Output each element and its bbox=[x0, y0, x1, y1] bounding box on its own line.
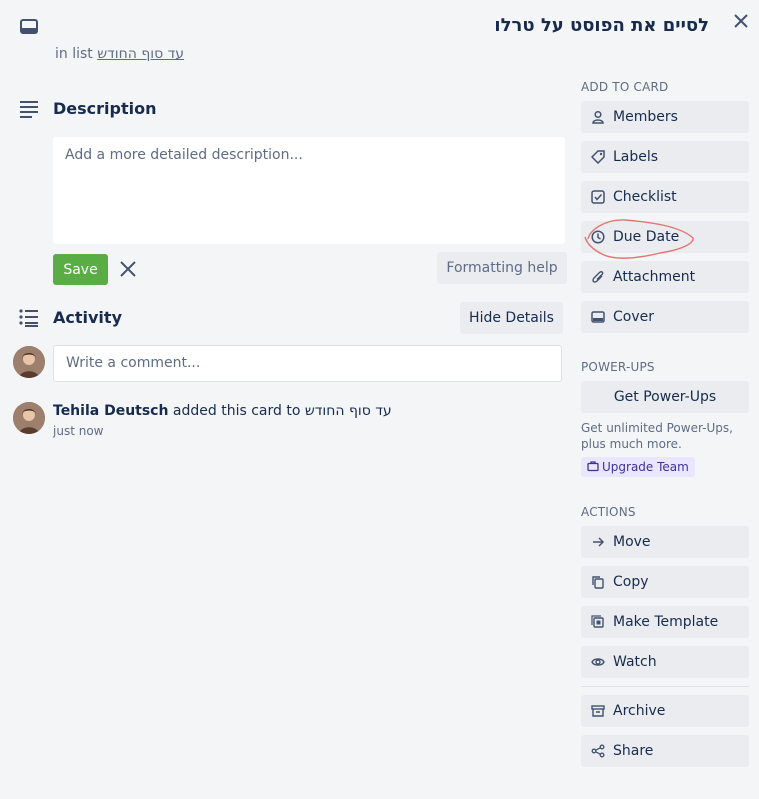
cover-label: Cover bbox=[613, 309, 654, 325]
list-name-link[interactable]: עד סוף החודש bbox=[97, 46, 184, 62]
watch-label: Watch bbox=[613, 654, 657, 670]
labels-label: Labels bbox=[613, 149, 659, 165]
arrow-right-icon bbox=[590, 534, 606, 550]
archive-icon bbox=[590, 703, 606, 719]
activity-avatar[interactable] bbox=[13, 402, 45, 434]
activity-time[interactable]: just now bbox=[53, 424, 103, 438]
actions-divider bbox=[581, 686, 749, 687]
attachment-label: Attachment bbox=[613, 269, 696, 285]
share-icon bbox=[590, 743, 606, 759]
add-to-card-heading: Add to card bbox=[581, 80, 669, 94]
power-ups-heading: Power-Ups bbox=[581, 360, 655, 374]
description-icon bbox=[18, 98, 40, 120]
card-title[interactable]: לסיים את הפוסט על טרלו bbox=[494, 15, 709, 36]
move-button[interactable]: Move bbox=[581, 526, 749, 558]
checklist-button[interactable]: Checklist bbox=[581, 181, 749, 213]
move-label: Move bbox=[613, 534, 651, 550]
make-template-button[interactable]: Make Template bbox=[581, 606, 749, 638]
cover-icon bbox=[590, 309, 606, 325]
actions-heading: Actions bbox=[581, 505, 636, 519]
card-icon bbox=[19, 17, 39, 37]
description-editor[interactable]: Add a more detailed description... bbox=[53, 137, 565, 244]
cancel-icon[interactable] bbox=[116, 257, 140, 281]
activity-entry: Tehila Deutsch added this card to עד סוף… bbox=[53, 403, 392, 419]
copy-label: Copy bbox=[613, 574, 649, 590]
get-power-ups-button[interactable]: Get Power-Ups bbox=[581, 381, 749, 413]
upgrade-team-button[interactable]: Upgrade Team bbox=[581, 457, 695, 477]
description-placeholder: Add a more detailed description... bbox=[65, 147, 303, 163]
close-icon[interactable] bbox=[731, 11, 751, 31]
annotation-circle bbox=[584, 219, 694, 259]
copy-button[interactable]: Copy bbox=[581, 566, 749, 598]
members-button[interactable]: Members bbox=[581, 101, 749, 133]
hide-details-button[interactable]: Hide Details bbox=[460, 302, 563, 334]
activity-list: עד סוף החודש bbox=[304, 403, 392, 419]
avatar[interactable] bbox=[13, 346, 45, 378]
formatting-help-button[interactable]: Formatting help bbox=[437, 252, 567, 284]
labels-button[interactable]: Labels bbox=[581, 141, 749, 173]
archive-label: Archive bbox=[613, 703, 666, 719]
save-button[interactable]: Save bbox=[53, 254, 108, 285]
archive-button[interactable]: Archive bbox=[581, 695, 749, 727]
in-list-breadcrumb: in list עד סוף החודש bbox=[55, 46, 184, 62]
watch-button[interactable]: Watch bbox=[581, 646, 749, 678]
activity-icon bbox=[18, 307, 40, 329]
share-label: Share bbox=[613, 743, 654, 759]
paperclip-icon bbox=[590, 269, 606, 285]
person-icon bbox=[590, 109, 606, 125]
members-label: Members bbox=[613, 109, 678, 125]
copy-icon bbox=[590, 574, 606, 590]
comment-input[interactable]: Write a comment... bbox=[53, 345, 562, 382]
briefcase-icon bbox=[587, 460, 599, 475]
checklist-label: Checklist bbox=[613, 189, 677, 205]
make-template-label: Make Template bbox=[613, 614, 719, 630]
power-ups-upsell: Get unlimited Power-Ups, plus much more. bbox=[581, 421, 733, 451]
eye-icon bbox=[590, 654, 606, 670]
checklist-icon bbox=[590, 189, 606, 205]
activity-heading: Activity bbox=[53, 308, 122, 327]
share-button[interactable]: Share bbox=[581, 735, 749, 767]
activity-action: added this card to bbox=[172, 403, 301, 419]
activity-user[interactable]: Tehila Deutsch bbox=[53, 403, 168, 419]
template-icon bbox=[590, 614, 606, 630]
tag-icon bbox=[590, 149, 606, 165]
description-heading: Description bbox=[53, 99, 157, 118]
comment-placeholder: Write a comment... bbox=[66, 355, 201, 371]
cover-button[interactable]: Cover bbox=[581, 301, 749, 333]
upgrade-team-label: Upgrade Team bbox=[602, 460, 689, 474]
in-list-prefix: in list bbox=[55, 46, 93, 62]
